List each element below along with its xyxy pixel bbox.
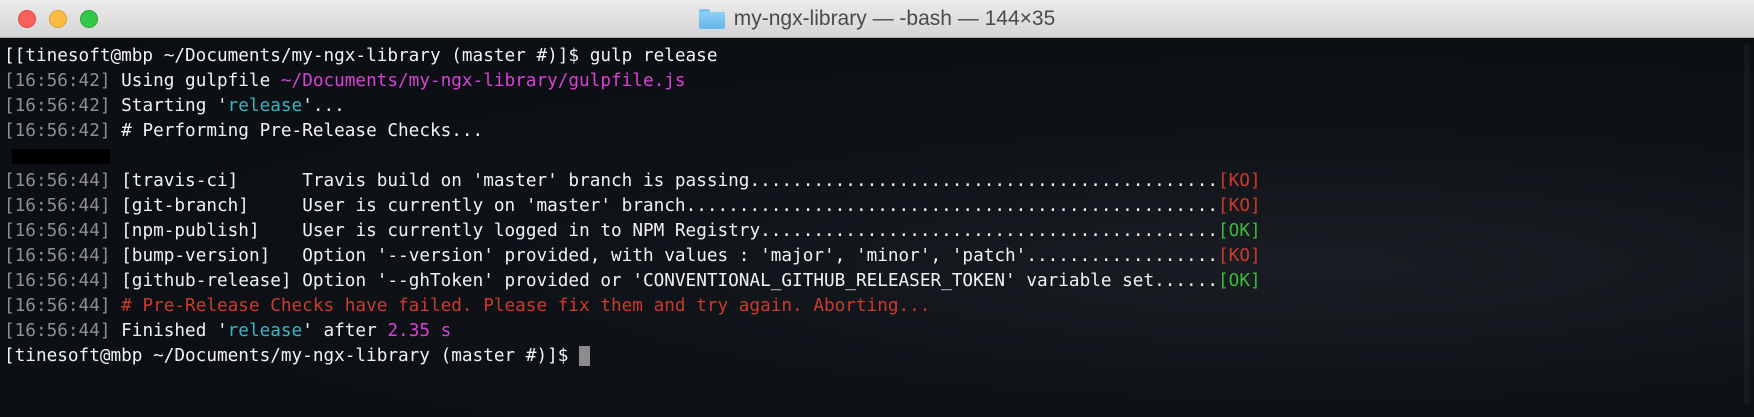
task-name: release [227, 96, 303, 116]
check-row: [16:56:44] [npm-publish] User is current… [4, 219, 1754, 244]
log-line: [16:56:42] Starting 'release'... [4, 94, 1754, 119]
timestamp: [16:56:44] [4, 271, 111, 291]
check-message: Option '--ghToken' provided or 'CONVENTI… [302, 271, 1155, 291]
prompt: [tinesoft@mbp ~/Documents/my-ngx-library… [4, 346, 580, 366]
log-line: [16:56:42] Using gulpfile ~/Documents/my… [4, 69, 1754, 94]
check-tag: [bump-version] [121, 246, 271, 266]
scrollbar[interactable] [1744, 44, 1750, 404]
timestamp: [16:56:44] [4, 246, 111, 266]
check-tag: [npm-publish] [121, 221, 260, 241]
check-row: [16:56:44] [travis-ci] Travis build on '… [4, 169, 1754, 194]
prompt-line: [tinesoft@mbp ~/Documents/my-ngx-library… [4, 344, 1754, 369]
redacted-block [12, 148, 110, 164]
timestamp: [16:56:42] [4, 96, 111, 116]
timestamp: [16:56:44] [4, 321, 111, 341]
terminal-window: my-ngx-library — -bash — 144×35 [[tineso… [0, 0, 1754, 417]
check-status: [KO] [1218, 196, 1261, 216]
prompt-line: [[tinesoft@mbp ~/Documents/my-ngx-librar… [4, 44, 1754, 69]
log-text: Starting ' [110, 96, 228, 116]
dot-leader: ........................................… [749, 171, 1218, 191]
redacted-line [4, 144, 1754, 169]
timestamp: [16:56:44] [4, 196, 111, 216]
timestamp: [16:56:42] [4, 121, 111, 141]
dot-leader: ...... [1154, 271, 1219, 291]
check-row: [16:56:44] [github-release] Option '--gh… [4, 269, 1754, 294]
dot-leader: ........................................… [685, 196, 1219, 216]
check-message: Travis build on 'master' branch is passi… [302, 171, 750, 191]
cursor [579, 346, 591, 366]
finished-line: [16:56:44] Finished 'release' after 2.35… [4, 319, 1754, 344]
check-tag: [git-branch] [121, 196, 249, 216]
check-message: User is currently logged in to NPM Regis… [302, 221, 761, 241]
task-name: release [227, 321, 303, 341]
timestamp: [16:56:44] [4, 171, 111, 191]
log-line: [16:56:42] # Performing Pre-Release Chec… [4, 119, 1754, 144]
log-text: ' after [302, 321, 388, 341]
folder-icon [698, 9, 725, 29]
log-text: Using gulpfile [110, 71, 281, 91]
check-status: [OK] [1218, 271, 1261, 291]
dot-leader: .................. [1026, 246, 1219, 266]
log-text: # Performing Pre-Release Checks... [110, 121, 484, 141]
window-title: my-ngx-library — -bash — 144×35 [0, 0, 1754, 38]
timestamp: [16:56:42] [4, 71, 111, 91]
check-row: [16:56:44] [bump-version] Option '--vers… [4, 244, 1754, 269]
terminal-output[interactable]: [[tinesoft@mbp ~/Documents/my-ngx-librar… [0, 38, 1754, 417]
duration: 2.35 s [387, 321, 452, 341]
check-message: User is currently on 'master' branch [302, 196, 686, 216]
check-status: [KO] [1218, 246, 1261, 266]
log-text: '... [302, 96, 345, 116]
check-message: Option '--version' provided, with values… [302, 246, 1027, 266]
timestamp: [16:56:44] [4, 221, 111, 241]
dot-leader: ........................................… [760, 221, 1219, 241]
check-row: [16:56:44] [git-branch] User is currentl… [4, 194, 1754, 219]
check-tag: [travis-ci] [121, 171, 239, 191]
prompt: [[tinesoft@mbp ~/Documents/my-ngx-librar… [4, 46, 590, 66]
log-text: Finished ' [110, 321, 228, 341]
gulpfile-path: ~/Documents/my-ngx-library/gulpfile.js [280, 71, 686, 91]
window-title-text: my-ngx-library — -bash — 144×35 [733, 7, 1056, 30]
failure-message: # Pre-Release Checks have failed. Please… [110, 296, 931, 316]
failure-line: [16:56:44] # Pre-Release Checks have fai… [4, 294, 1754, 319]
check-status: [KO] [1218, 171, 1261, 191]
timestamp: [16:56:44] [4, 296, 111, 316]
check-status: [OK] [1218, 221, 1261, 241]
check-tag: [github-release] [121, 271, 292, 291]
command: gulp release [589, 46, 718, 66]
title-bar[interactable]: my-ngx-library — -bash — 144×35 [0, 0, 1754, 38]
